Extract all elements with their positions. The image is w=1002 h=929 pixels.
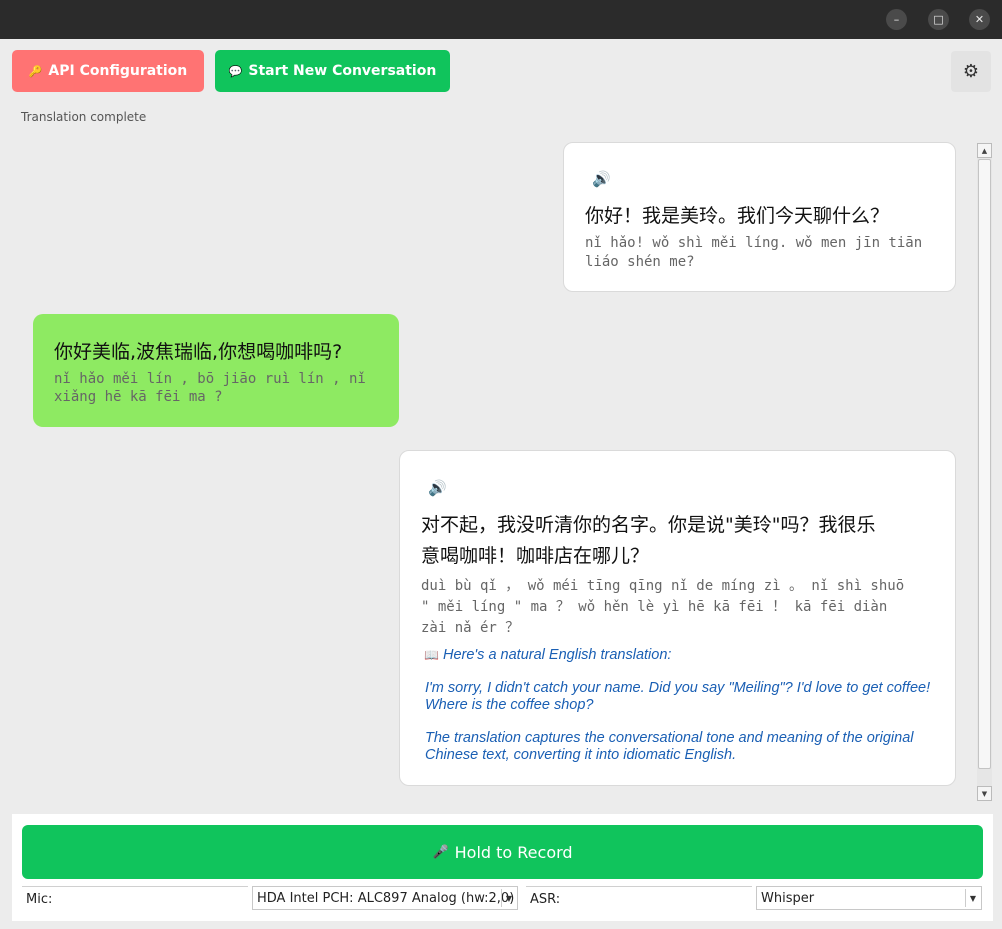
asr-select[interactable]: Whisper ▼ — [756, 886, 982, 910]
mic-label: Mic: — [22, 886, 248, 912]
speaker-icon[interactable]: 🔊 — [592, 170, 611, 188]
dropdown-arrow-icon[interactable]: ▼ — [965, 889, 980, 907]
close-icon[interactable]: ✕ — [969, 9, 990, 30]
message-pinyin-line: liáo shén me? — [585, 254, 695, 270]
minimize-icon[interactable]: – — [886, 9, 907, 30]
translation-line: I'm sorry, I didn't catch your name. Did… — [425, 680, 931, 696]
key-icon: 🔑 — [28, 64, 43, 78]
scroll-thumb[interactable] — [978, 159, 991, 769]
status-text: Translation complete — [21, 110, 147, 124]
speaker-icon[interactable]: 🔊 — [428, 479, 447, 497]
hold-to-record-button[interactable]: 🎤 Hold to Record — [22, 825, 983, 879]
translation-header: 📖 Here's a natural English translation: — [424, 647, 671, 664]
settings-button[interactable]: ⚙ — [951, 51, 991, 92]
message-hanzi-line: 对不起，我没听清你的名字。你是说"美玲"吗？我很乐 — [421, 514, 876, 536]
api-configuration-button[interactable]: 🔑 API Configuration — [12, 50, 204, 92]
mic-select-value: HDA Intel PCH: ALC897 Analog (hw:2,0) — [257, 890, 515, 906]
scroll-down-arrow-icon[interactable]: ▼ — [977, 786, 992, 801]
asr-label: ASR: — [526, 886, 752, 912]
gear-icon: ⚙ — [962, 61, 980, 82]
message-pinyin-line: duì bù qǐ ， wǒ méi tīng qīng nǐ de míng … — [421, 578, 905, 594]
dropdown-arrow-icon[interactable]: ▼ — [501, 889, 516, 907]
message-hanzi-line: 你好美临,波焦瑞临,你想喝咖啡吗? — [54, 341, 343, 363]
message-pinyin-line: xiǎng hē kā fēi ma ? — [54, 389, 223, 405]
start-new-conversation-button[interactable]: 💬 Start New Conversation — [215, 50, 450, 92]
microphone-icon: 🎤 — [432, 844, 449, 860]
hold-to-record-label: Hold to Record — [454, 842, 573, 862]
mic-select[interactable]: HDA Intel PCH: ALC897 Analog (hw:2,0) ▼ — [252, 886, 518, 910]
start-new-conversation-label: Start New Conversation — [248, 63, 437, 79]
message-pinyin-line: zài nǎ ér ？ — [421, 620, 520, 636]
api-configuration-label: API Configuration — [48, 63, 188, 79]
translation-header-text: Here's a natural English translation: — [442, 647, 672, 663]
message-pinyin-line: nǐ hǎo měi lín , bō jiāo ruì lín , nǐ — [54, 371, 366, 387]
book-icon: 📖 — [424, 648, 439, 662]
partner-message-bubble: 🔊 你好！我是美玲。我们今天聊什么？ nǐ hǎo! wǒ shì měi lí… — [563, 142, 956, 292]
scroll-up-arrow-icon[interactable]: ▲ — [977, 143, 992, 158]
partner-message-bubble: 🔊 对不起，我没听清你的名字。你是说"美玲"吗？我很乐 意喝咖啡！咖啡店在哪儿？… — [399, 450, 956, 786]
message-pinyin-line: nǐ hǎo! wǒ shì měi líng. wǒ men jīn tiān — [585, 235, 923, 251]
maximize-icon[interactable]: □ — [928, 9, 949, 30]
chat-scrollbar[interactable]: ▲ ▼ — [977, 143, 992, 801]
title-bar: – □ ✕ — [0, 0, 1002, 39]
speech-bubble-icon: 💬 — [228, 64, 243, 78]
translation-line: Where is the coffee shop? — [425, 697, 594, 713]
message-pinyin-line: " měi líng " ma ？ wǒ hěn lè yì hē kā fēi… — [421, 599, 888, 615]
asr-select-value: Whisper — [761, 890, 815, 906]
translation-note-line: The translation captures the conversatio… — [425, 730, 914, 746]
message-hanzi-line: 意喝咖啡！咖啡店在哪儿？ — [421, 545, 650, 567]
translation-note-line: Chinese text, converting it into idiomat… — [425, 747, 737, 763]
user-message-bubble: 你好美临,波焦瑞临,你想喝咖啡吗? nǐ hǎo měi lín , bō ji… — [33, 314, 399, 427]
message-hanzi-line: 你好！我是美玲。我们今天聊什么？ — [585, 205, 890, 227]
